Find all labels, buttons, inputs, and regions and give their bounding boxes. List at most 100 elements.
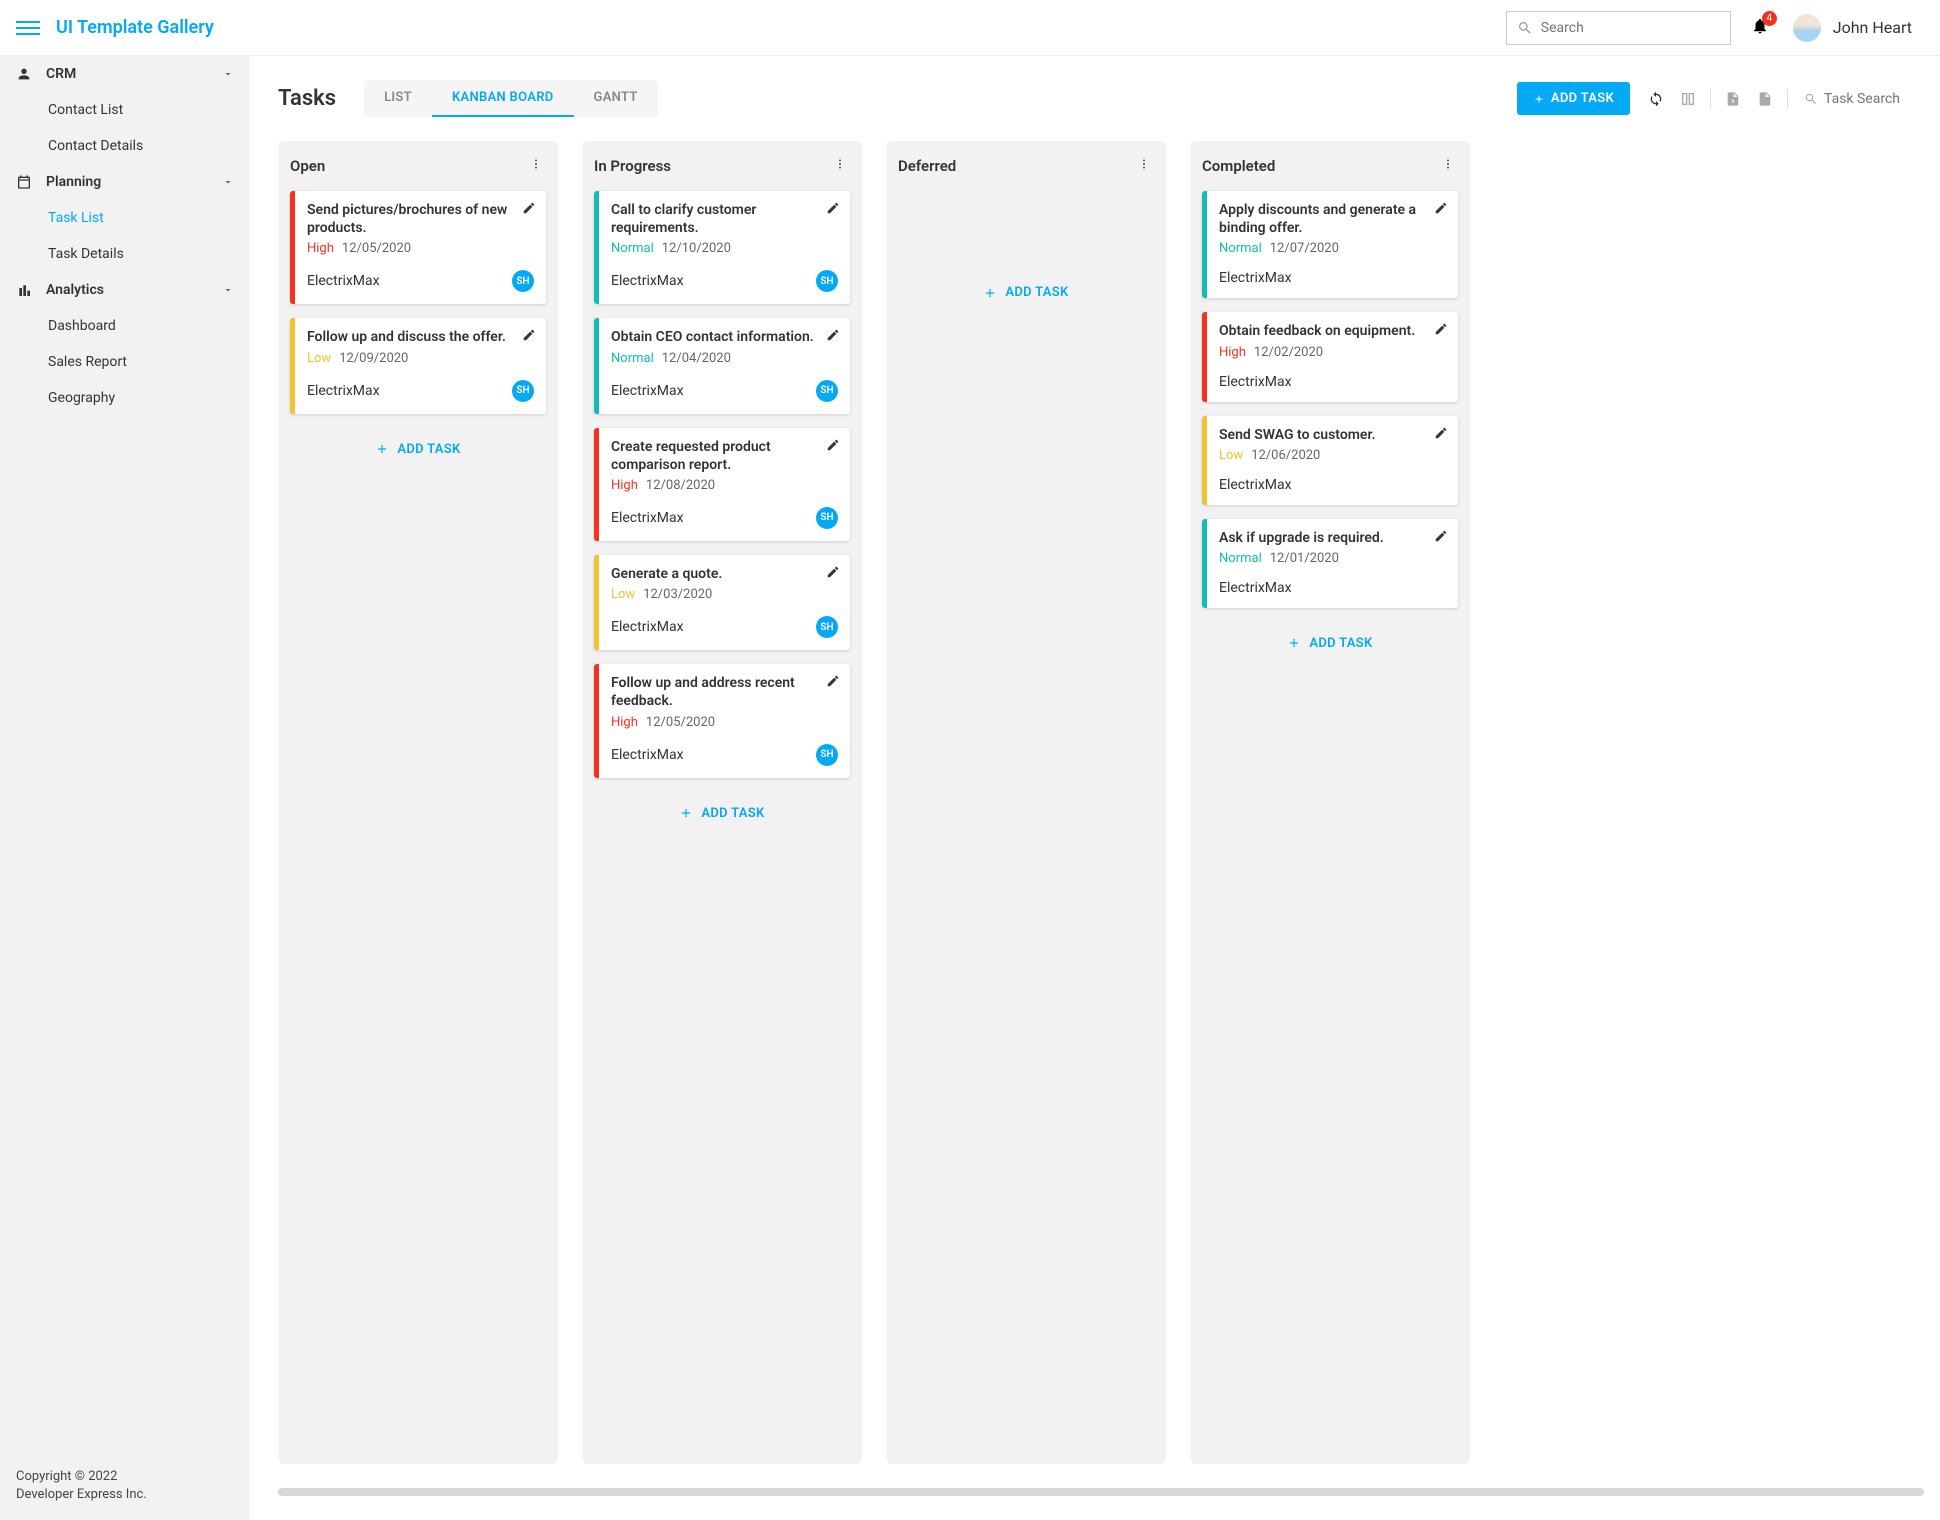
nav-item-dashboard[interactable]: Dashboard [0,308,250,344]
task-date: 12/08/2020 [646,478,715,493]
edit-task-button[interactable] [826,201,840,219]
task-title: Obtain CEO contact information. [611,328,838,346]
task-title: Obtain feedback on equipment. [1219,322,1446,340]
column-menu-button[interactable] [530,158,546,174]
edit-task-button[interactable] [1434,322,1448,340]
task-card[interactable]: Ask if upgrade is required.Normal12/01/2… [1202,519,1458,608]
task-priority: Low [1219,448,1243,463]
nav-item-contact-details[interactable]: Contact Details [0,128,250,164]
kanban-board: OpenSend pictures/brochures of new produ… [262,141,1940,1488]
edit-task-button[interactable] [826,565,840,583]
nav-section-analytics[interactable]: Analytics [0,272,250,308]
user-name: John Heart [1833,18,1912,37]
edit-task-button[interactable] [1434,426,1448,444]
edit-task-button[interactable] [522,328,536,346]
add-task-button[interactable]: ADD TASK [1517,82,1630,115]
column-add-task-button[interactable]: ADD TASK [594,792,850,827]
task-card[interactable]: Send pictures/brochures of new products.… [290,191,546,304]
nav-section-label: Planning [46,174,222,190]
tab-list[interactable]: LIST [364,80,432,117]
task-card[interactable]: Send SWAG to customer.Low12/06/2020Elect… [1202,416,1458,505]
horizontal-scrollbar[interactable] [278,1488,1924,1496]
task-company: ElectrixMax [611,619,816,635]
column-chooser-button[interactable] [1674,85,1702,113]
column-menu-button[interactable] [1442,158,1458,174]
footer-line2: Developer Express Inc. [16,1486,234,1504]
task-priority: Normal [611,241,654,256]
task-company: ElectrixMax [611,510,816,526]
kanban-column: Deferred ADD TASK [886,141,1166,1464]
user-menu[interactable]: John Heart [1793,14,1912,42]
task-card[interactable]: Apply discounts and generate a binding o… [1202,191,1458,298]
nav-section-planning[interactable]: Planning [0,164,250,200]
chevron-down-icon [222,68,234,80]
nav-section-label: CRM [46,66,222,82]
column-add-task-button[interactable]: ADD TASK [290,428,546,463]
tab-gantt[interactable]: GANTT [574,80,658,117]
task-card[interactable]: Follow up and address recent feedback.Hi… [594,664,850,777]
pencil-icon [522,201,536,215]
nav-item-task-list[interactable]: Task List [0,200,250,236]
task-title: Generate a quote. [611,565,838,583]
task-search[interactable] [1804,91,1924,107]
task-card[interactable]: Follow up and discuss the offer.Low12/09… [290,318,546,413]
nav-item-sales-report[interactable]: Sales Report [0,344,250,380]
export-button[interactable] [1719,85,1747,113]
column-add-task-button[interactable]: ADD TASK [898,271,1154,306]
task-assignee-badge: SH [816,270,838,292]
column-add-task-label: ADD TASK [701,806,764,821]
nav-section-label: Analytics [46,282,222,298]
edit-task-button[interactable] [1434,529,1448,547]
task-priority: High [611,478,638,493]
task-title: Apply discounts and generate a binding o… [1219,201,1446,237]
column-menu-button[interactable] [1138,158,1154,174]
column-menu-button[interactable] [834,158,850,174]
task-card[interactable]: Obtain feedback on equipment.High12/02/2… [1202,312,1458,401]
task-company: ElectrixMax [611,383,816,399]
menu-toggle-button[interactable] [16,16,40,40]
column-title: Deferred [898,157,1138,175]
task-card[interactable]: Call to clarify customer requirements.No… [594,191,850,304]
column-add-task-label: ADD TASK [1309,636,1372,651]
task-date: 12/05/2020 [342,241,411,256]
global-search[interactable] [1506,11,1731,45]
task-date: 12/07/2020 [1270,241,1339,256]
column-add-task-button[interactable]: ADD TASK [1202,622,1458,657]
pencil-icon [522,328,536,342]
task-card[interactable]: Create requested product comparison repo… [594,428,850,541]
tab-kanban-board[interactable]: KANBAN BOARD [432,80,574,117]
global-search-input[interactable] [1541,20,1720,36]
nav-section-crm[interactable]: CRM [0,56,250,92]
task-date: 12/04/2020 [662,351,731,366]
nav-item-task-details[interactable]: Task Details [0,236,250,272]
task-assignee-badge: SH [512,380,534,402]
avatar [1793,14,1821,42]
notifications-button[interactable]: 4 [1751,17,1769,39]
footer-line1: Copyright © 2022 [16,1468,234,1486]
edit-task-button[interactable] [826,438,840,456]
task-title: Follow up and address recent feedback. [611,674,838,710]
task-priority: Normal [611,351,654,366]
task-company: ElectrixMax [1219,477,1446,493]
task-assignee-badge: SH [512,270,534,292]
column-add-task-label: ADD TASK [397,442,460,457]
import-button[interactable] [1751,85,1779,113]
edit-task-button[interactable] [826,328,840,346]
edit-task-button[interactable] [522,201,536,219]
task-card[interactable]: Obtain CEO contact information. Normal 12/… [594,318,850,413]
main: Tasks LISTKANBAN BOARDGANTT ADD TASK O [250,56,1940,1520]
edit-task-button[interactable] [1434,201,1448,219]
nav-item-contact-list[interactable]: Contact List [0,92,250,128]
chevron-down-icon [222,284,234,296]
task-title: Ask if upgrade is required. [1219,529,1446,547]
edit-task-button[interactable] [826,674,840,692]
nav-item-geography[interactable]: Geography [0,380,250,416]
refresh-button[interactable] [1642,85,1670,113]
kanban-column: OpenSend pictures/brochures of new produ… [278,141,558,1464]
task-priority: Normal [1219,241,1262,256]
kanban-column: CompletedApply discounts and generate a … [1190,141,1470,1464]
task-card[interactable]: Generate a quote.Low12/03/2020ElectrixMa… [594,555,850,650]
column-add-task-label: ADD TASK [1005,285,1068,300]
refresh-icon [1648,91,1664,107]
task-search-input[interactable] [1824,91,1924,107]
